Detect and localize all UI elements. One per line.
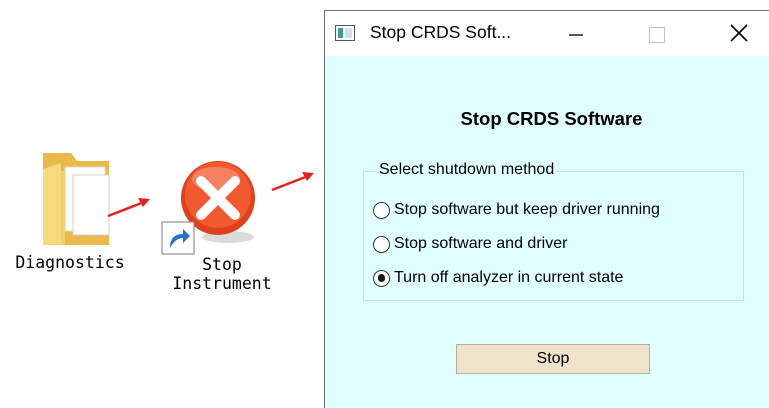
radio-button-selected[interactable]	[373, 269, 390, 287]
dialog-body: Stop CRDS Software Select shutdown metho…	[325, 56, 769, 408]
radio-button[interactable]	[373, 201, 390, 219]
minimize-button[interactable]	[553, 11, 599, 56]
option-turn-off-analyzer[interactable]: Turn off analyzer in current state	[373, 266, 623, 290]
close-button[interactable]	[717, 11, 763, 56]
arrow-icon	[107, 198, 150, 218]
option-software-and-driver[interactable]: Stop software and driver	[373, 232, 567, 256]
option-label: Turn off analyzer in current state	[394, 269, 624, 286]
stop-instrument-label-line2: Instrument	[172, 274, 272, 293]
group-label: Select shutdown method	[376, 161, 558, 179]
diagnostics-label: Diagnostics	[15, 253, 125, 272]
dialog-heading: Stop CRDS Software	[460, 108, 643, 129]
stop-instrument-shortcut[interactable]: Stop Instrument	[158, 157, 286, 293]
radio-button[interactable]	[373, 235, 390, 253]
shortcut-arrow-icon	[161, 221, 195, 255]
title-bar[interactable]: Stop CRDS Soft...	[325, 11, 769, 56]
stop-crds-window: Stop CRDS Soft... Stop CRDS Software Sel…	[324, 10, 769, 408]
stop-instrument-label-line1: Stop	[202, 255, 242, 274]
window-title: Stop CRDS Soft...	[370, 22, 512, 42]
app-icon	[335, 25, 355, 41]
option-label: Stop software but keep driver running	[394, 201, 660, 218]
stop-button[interactable]: Stop	[456, 344, 650, 374]
option-label: Stop software and driver	[394, 235, 568, 252]
option-keep-driver[interactable]: Stop software but keep driver running	[373, 198, 660, 222]
close-icon	[730, 24, 748, 42]
shutdown-method-group: Select shutdown method Stop software but…	[363, 161, 744, 301]
maximize-button[interactable]	[635, 11, 681, 56]
folder-icon	[25, 145, 115, 253]
arrow-icon	[271, 172, 314, 192]
maximize-icon	[648, 26, 666, 44]
minimize-icon	[569, 34, 583, 36]
